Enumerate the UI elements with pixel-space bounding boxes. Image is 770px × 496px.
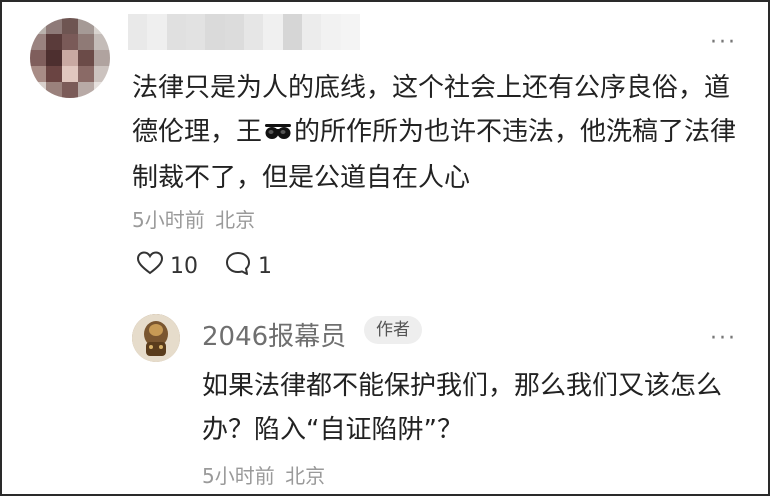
username-pixel	[244, 14, 264, 32]
reply-button[interactable]: 1	[224, 250, 272, 282]
avatar-pixel	[46, 34, 62, 50]
username-pixel	[263, 32, 283, 50]
comment-more-button[interactable]: ···	[710, 32, 737, 54]
username-pixel	[282, 14, 302, 32]
username-pixel	[282, 32, 302, 50]
username-pixel	[205, 14, 225, 32]
avatar-pixel	[46, 66, 62, 82]
username-pixel	[128, 32, 148, 50]
username-pixel	[340, 32, 360, 50]
username-blurred	[128, 14, 360, 50]
comment-location: 北京	[215, 208, 256, 232]
more-icon: ···	[710, 326, 737, 351]
user-avatar-blurred[interactable]	[30, 18, 110, 98]
avatar-pixel	[30, 66, 46, 82]
like-count: 10	[170, 253, 198, 279]
username-pixel	[147, 14, 167, 32]
avatar-image-icon	[132, 314, 180, 362]
avatar-pixel	[62, 82, 78, 98]
avatar-pixel	[78, 66, 94, 82]
avatar-pixel	[78, 34, 94, 50]
username-pixel	[224, 14, 244, 32]
avatar-pixel	[78, 82, 94, 98]
username-pixel	[186, 32, 206, 50]
avatar-pixel	[94, 82, 110, 98]
avatar-pixel	[62, 34, 78, 50]
username-pixel	[186, 14, 206, 32]
reply-text: 如果法律都不能保护我们，那么我们又该怎么办？陷入“自证陷阱”？	[202, 371, 723, 445]
avatar-pixel	[46, 82, 62, 98]
heart-icon	[136, 250, 170, 282]
comment-text: 法律只是为人的底线，这个社会上还有公序良俗，道德伦理，王 的所作所为也许不违法，他…	[132, 66, 742, 200]
reply-author-name[interactable]: 2046报幕员	[202, 316, 346, 353]
sunglasses-emoji-icon	[264, 112, 292, 156]
reply-count: 1	[258, 253, 272, 279]
username-pixel	[263, 14, 283, 32]
avatar-pixel	[94, 50, 110, 66]
username-pixel	[244, 32, 264, 50]
avatar-pixel	[30, 34, 46, 50]
avatar-pixel	[30, 50, 46, 66]
username-pixel	[166, 14, 186, 32]
avatar-pixel	[94, 18, 110, 34]
username-pixel	[147, 32, 167, 50]
avatar-pixel	[30, 18, 46, 34]
comment-bubble-icon	[224, 250, 258, 282]
author-badge: 作者	[364, 316, 422, 344]
reply-more-button[interactable]: ···	[710, 328, 737, 350]
avatar-pixel	[62, 18, 78, 34]
username-pixel	[224, 32, 244, 50]
username-pixel	[340, 14, 360, 32]
reply-time: 5小时前	[202, 464, 275, 488]
avatar-pixel	[46, 50, 62, 66]
username-pixel	[302, 14, 322, 32]
reply-location: 北京	[285, 464, 326, 488]
reply-author-avatar[interactable]	[132, 314, 180, 362]
avatar-pixel	[62, 50, 78, 66]
username-pixel	[205, 32, 225, 50]
username-pixel	[166, 32, 186, 50]
avatar-pixel	[78, 18, 94, 34]
avatar-pixel	[94, 34, 110, 50]
comment-thread-panel: ··· 法律只是为人的底线，这个社会上还有公序良俗，道德伦理，王 的所作所为也许不…	[0, 0, 770, 496]
username-pixel	[321, 14, 341, 32]
reply-meta: 5小时前 北京	[202, 460, 325, 489]
avatar-pixel	[46, 18, 62, 34]
more-icon: ···	[710, 30, 737, 55]
avatar-pixel	[94, 66, 110, 82]
comment-time: 5小时前	[132, 208, 205, 232]
username-pixel	[128, 14, 148, 32]
avatar-pixel	[78, 50, 94, 66]
username-pixel	[302, 32, 322, 50]
like-button[interactable]: 10	[136, 250, 198, 282]
username-pixel	[321, 32, 341, 50]
avatar-pixel	[62, 66, 78, 82]
avatar-pixel	[30, 82, 46, 98]
comment-actions: 10 1	[136, 250, 298, 282]
comment-meta: 5小时前 北京	[132, 204, 255, 233]
